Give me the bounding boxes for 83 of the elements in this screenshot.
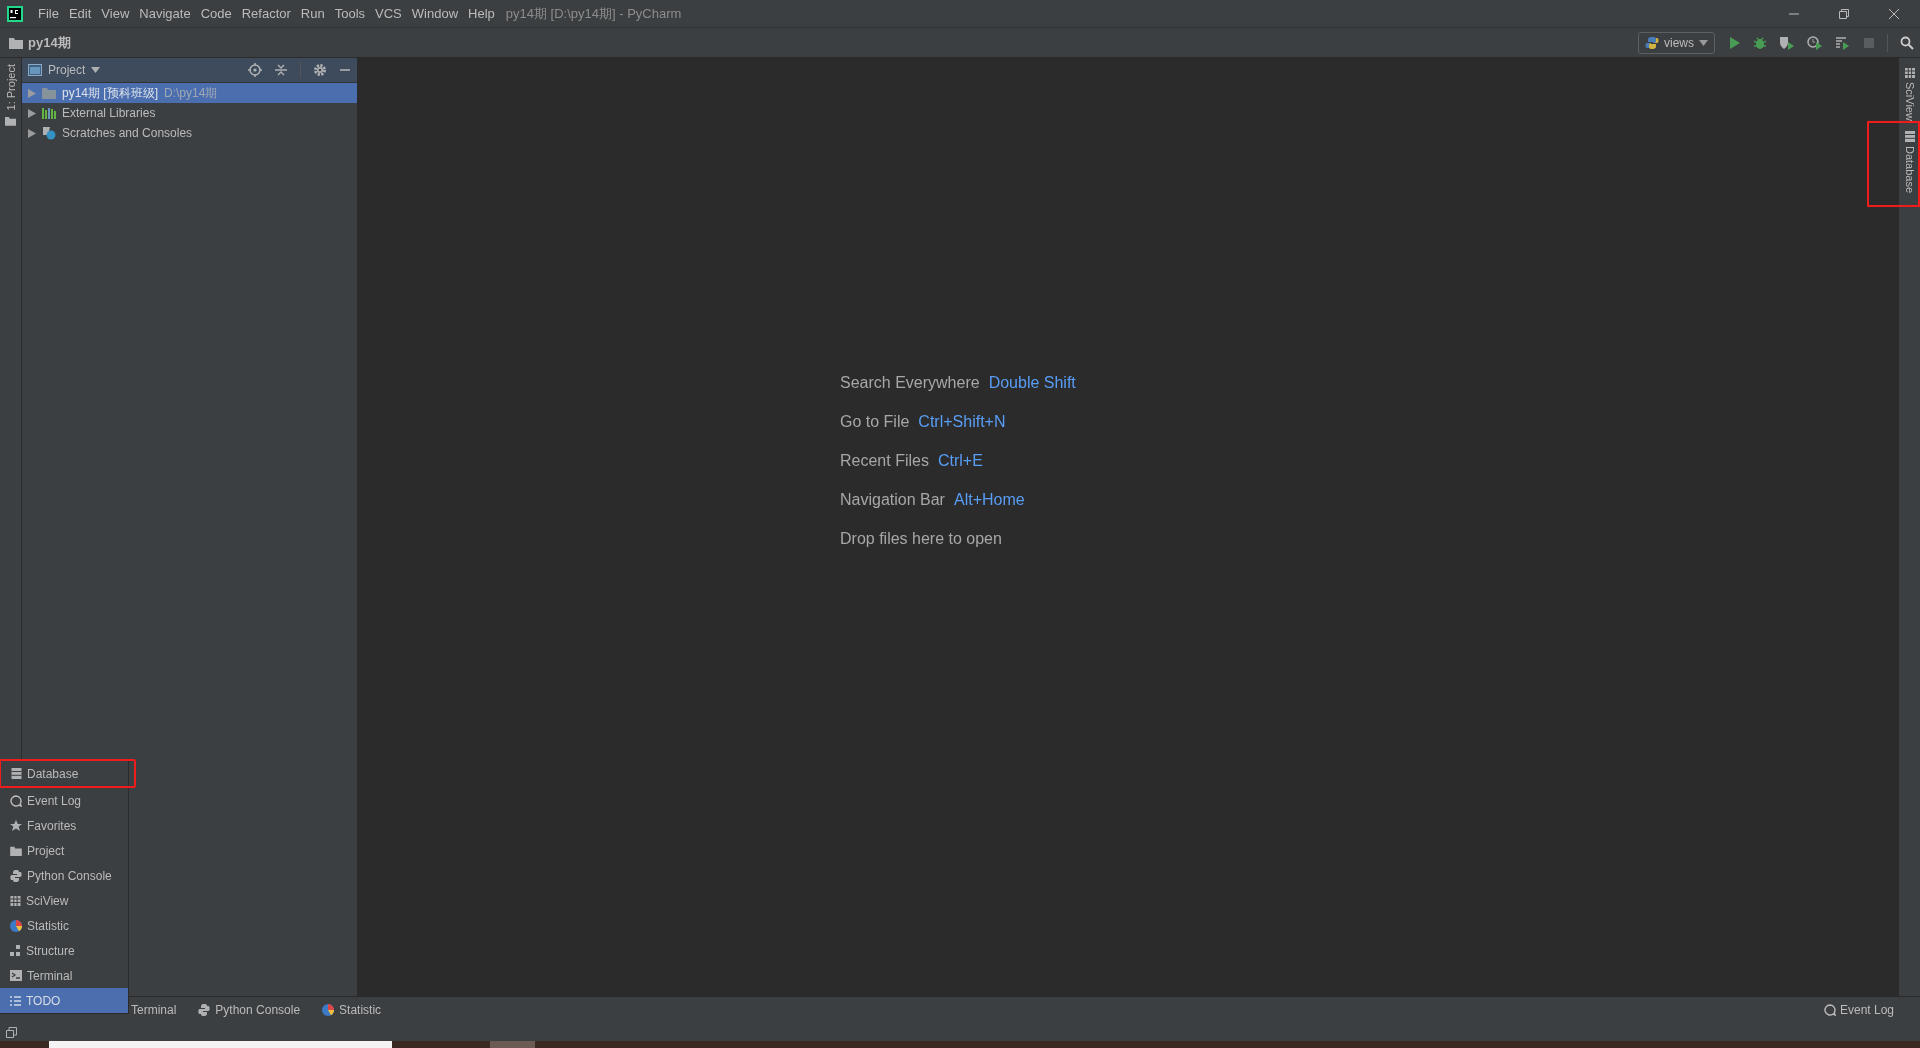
menu-item[interactable]: Help [463, 6, 500, 21]
clock-run-icon[interactable] [1807, 35, 1823, 50]
menu-item[interactable]: Event Log [0, 788, 128, 813]
caret-icon [1699, 39, 1708, 46]
search-icon[interactable] [1900, 35, 1914, 50]
restore-icon[interactable] [1838, 7, 1850, 20]
folder-icon [42, 87, 56, 99]
folder-icon [10, 845, 22, 856]
menu-item[interactable]: Structure [0, 938, 128, 963]
menu-item[interactable]: SciView [0, 888, 128, 913]
grid-icon [1904, 68, 1915, 78]
library-icon [42, 107, 56, 119]
pie-icon [10, 919, 22, 932]
menu-item[interactable]: Python Console [0, 863, 128, 888]
tree-item[interactable]: External Libraries [22, 103, 357, 123]
tree-item[interactable]: py14期 [预科班级] D:\py14期 [22, 83, 357, 103]
caret-icon [91, 67, 101, 73]
menu-item[interactable]: TODO [0, 988, 128, 1013]
bug-icon[interactable] [1753, 35, 1767, 50]
menu-item[interactable]: Database [1, 761, 128, 786]
scratch-icon [42, 126, 56, 140]
folder-icon [5, 116, 16, 127]
shortcut-text: Ctrl+E [937, 452, 983, 471]
python-icon [10, 869, 22, 882]
run-icon[interactable] [1727, 35, 1741, 50]
hint-text: Go to File [840, 413, 910, 432]
expand-arrow-icon[interactable] [28, 108, 36, 118]
menu-item[interactable]: Favorites [0, 813, 128, 838]
menu-item[interactable]: Run [295, 6, 330, 21]
grid-icon [10, 895, 21, 906]
menu-item[interactable]: VCS [370, 6, 407, 21]
tool-window-tab[interactable]: SciView [1903, 68, 1916, 121]
lines-run-icon[interactable] [1835, 35, 1851, 50]
menu-item[interactable]: Project [0, 838, 128, 863]
locate-icon[interactable] [248, 63, 262, 77]
menu-item[interactable]: Terminal [0, 963, 128, 988]
hint-text: Recent Files [840, 452, 929, 471]
menu-item[interactable]: Tools [329, 6, 371, 21]
menu-item[interactable]: File [33, 6, 64, 21]
close-icon[interactable] [1888, 7, 1900, 20]
shortcut-text: Ctrl+Shift+N [918, 413, 1006, 432]
shield-run-icon[interactable] [1779, 35, 1795, 50]
terminal-icon [10, 970, 22, 981]
collapse-icon[interactable] [274, 63, 288, 77]
breadcrumb[interactable]: py14期 [28, 33, 71, 52]
hint-text: Drop files here to open [840, 530, 1002, 549]
hint-text: Navigation Bar [840, 491, 945, 510]
menu-item[interactable]: Code [195, 6, 237, 21]
python-icon [198, 1004, 211, 1016]
pycharm-logo-icon [7, 5, 23, 22]
list-icon [10, 995, 21, 1006]
shortcut-text: Alt+Home [953, 491, 1025, 510]
tool-window-tab[interactable]: Database [1903, 130, 1916, 194]
menu-item[interactable]: Edit [63, 6, 97, 21]
menu-item[interactable]: Window [406, 6, 464, 21]
tool-window-tab[interactable]: Statistic [322, 1003, 382, 1017]
menu-item[interactable]: Statistic [0, 913, 128, 938]
pie-icon [322, 1004, 335, 1016]
panel-toggle-icon[interactable] [6, 1026, 17, 1038]
menu-item[interactable]: Navigate [134, 6, 196, 21]
project-view-dropdown[interactable]: Project [28, 63, 101, 77]
hint-text: Search Everywhere [840, 374, 980, 393]
menu-item[interactable]: Refactor [236, 6, 296, 21]
structure-icon [10, 945, 21, 956]
python-icon [1645, 35, 1659, 50]
folder-icon [9, 36, 23, 49]
tree-item[interactable]: Scratches and Consoles [22, 123, 357, 143]
tool-window-tab[interactable]: Python Console [198, 1003, 301, 1017]
window-icon [28, 64, 42, 76]
speech-bubble-icon [1823, 1004, 1836, 1016]
settings-icon[interactable] [313, 63, 327, 77]
expand-arrow-icon[interactable] [28, 128, 36, 138]
menu-item[interactable]: View [96, 6, 135, 21]
speech-bubble-icon [10, 794, 22, 807]
shortcut-text: Double Shift [988, 374, 1076, 393]
window-title: py14期 [D:\py14期] - PyCharm [505, 4, 682, 23]
database-icon [11, 768, 22, 779]
database-icon [1904, 130, 1915, 142]
tool-window-tab[interactable]: Terminal [131, 1003, 177, 1017]
run-config-dropdown[interactable]: views [1638, 31, 1715, 54]
star-icon [10, 819, 22, 832]
tool-window-tab[interactable]: 1: Project [4, 58, 17, 115]
event-log-button[interactable]: Event Log [1823, 1003, 1894, 1017]
